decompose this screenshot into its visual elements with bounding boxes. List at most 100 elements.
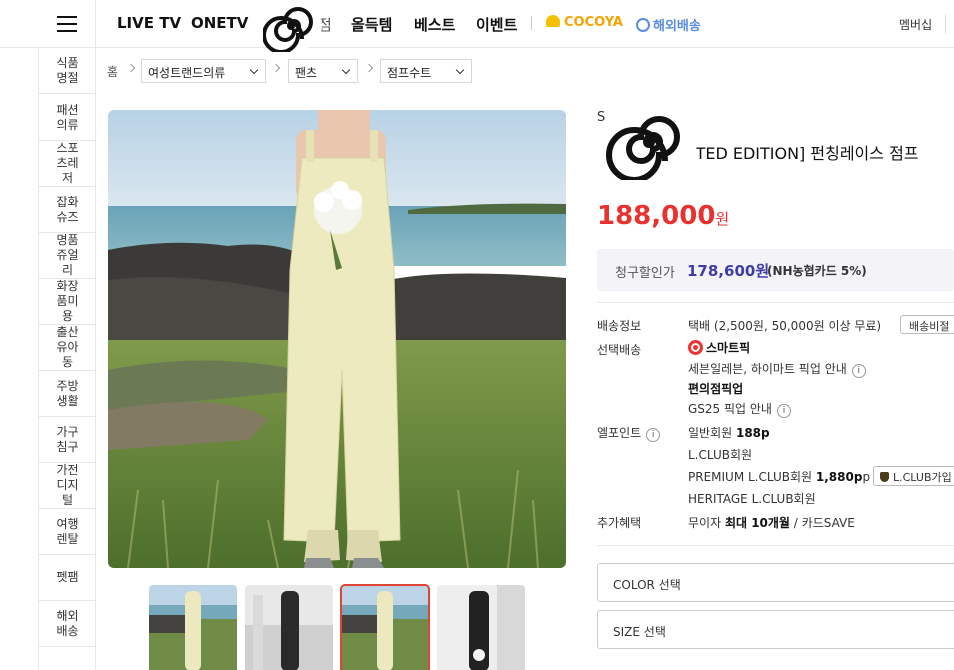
discount-label: 청구할인가	[615, 266, 675, 281]
global-shipping-link[interactable]: 해외배송	[636, 15, 701, 34]
sidebar-item-food[interactable]: 식품명절	[39, 48, 96, 94]
sidebar-item-cosmetics[interactable]: 화장품미용	[39, 279, 96, 325]
point-premium-label: PREMIUM L.CLUB회원	[688, 470, 816, 484]
sidebar-item-label: 잡화슈즈	[56, 194, 79, 224]
chevron-down-icon	[249, 65, 259, 75]
breadcrumb-select-category[interactable]: 여성트랜드의류	[141, 59, 266, 83]
product-price: 188,000원	[597, 201, 729, 231]
menu-icon[interactable]	[38, 0, 96, 48]
sidebar-item-overseas[interactable]: 해외배송	[39, 601, 96, 647]
product-main-image[interactable]	[108, 110, 566, 568]
sidebar-item-sports[interactable]: 스포츠레저	[39, 141, 96, 187]
cocoya-icon	[546, 15, 560, 27]
sidebar-item-fashion[interactable]: 패션의류	[39, 95, 96, 141]
sidebar-item-accessories[interactable]: 잡화슈즈	[39, 187, 96, 233]
sidebar-item-furniture[interactable]: 가구침구	[39, 417, 96, 463]
point-premium: PREMIUM L.CLUB회원 1,880pp	[688, 468, 870, 485]
membership-link[interactable]: 멤버십	[899, 16, 932, 33]
globe-icon	[636, 18, 650, 32]
nav-event[interactable]: 이벤트	[476, 14, 517, 35]
price-value: 188,000	[597, 201, 716, 231]
sidebar-item-label: 주방생활	[56, 378, 79, 408]
breadcrumb-select-subcategory[interactable]: 팬츠	[288, 59, 358, 83]
sidebar-item-label: 출산유아동	[56, 325, 79, 369]
info-icon[interactable]: i	[646, 428, 661, 442]
benefit-value: 무이자 최대 10개월 / 카드SAVE	[688, 514, 855, 531]
product-page: LIVE TV ONETV 점 올득템 베스트 이벤트 COCOYA 해외배송 …	[0, 0, 954, 670]
spiral-logo-icon	[260, 0, 322, 52]
point-premium-value: 1,880p	[815, 470, 863, 484]
sidebar-item-label: 식품명절	[56, 55, 79, 85]
smart-pick: 스마트픽	[688, 339, 750, 356]
gs25-label: GS25 픽업 안내	[688, 402, 772, 416]
sidebar-item-label: 화장품미용	[56, 279, 79, 323]
breadcrumb-arrow-icon	[126, 63, 136, 73]
color-select[interactable]: COLOR 선택	[597, 563, 954, 602]
benefit-pre: 무이자	[688, 516, 725, 530]
point-general-label: 일반회원	[688, 426, 736, 440]
lclub-join-button[interactable]: L.CLUB가입	[873, 466, 954, 486]
top-header: LIVE TV ONETV 점 올득템 베스트 이벤트 COCOYA 해외배송 …	[0, 0, 954, 52]
info-icon[interactable]: i	[776, 404, 791, 418]
nav-olduktem[interactable]: 올득템	[351, 14, 392, 35]
chevron-down-icon	[341, 65, 351, 75]
nav-onetv[interactable]: ONETV	[191, 14, 248, 32]
gs25-info: GS25 픽업 안내 i	[688, 400, 791, 418]
sidebar-item-travel[interactable]: 여행렌탈	[39, 509, 96, 555]
shipping-value: 택배 (2,500원, 50,000원 이상 무료)	[688, 319, 882, 333]
chevron-down-icon	[455, 65, 465, 75]
divider	[597, 545, 954, 546]
thumbnail-selected[interactable]	[340, 584, 430, 670]
sidebar-item-pet[interactable]: 펫팸	[39, 555, 96, 601]
discount-card: (NH농협카드 5%)	[767, 264, 867, 278]
header-divider	[945, 14, 946, 34]
thumbnail[interactable]	[437, 585, 525, 670]
sidebar-item-label: 가구침구	[56, 424, 79, 454]
shipping-label: 배송정보	[597, 319, 642, 333]
benefit-bold: 최대 10개월	[724, 516, 790, 530]
smart-pick-info: 세븐일레븐, 하이마트 픽업 안내 i	[688, 360, 866, 378]
sidebar-item-electronics[interactable]: 가전디지털	[39, 463, 96, 509]
brand-spiral-icon	[603, 102, 695, 182]
discount-price: 178,600원	[687, 262, 770, 280]
nav-live-tv[interactable]: LIVE TV	[117, 14, 181, 32]
product-title: LYTED EDITION] 펀칭레이스 점프	[679, 144, 919, 163]
breadcrumb-label: 팬츠	[295, 66, 318, 80]
shield-icon	[880, 472, 889, 482]
price-unit: 원	[715, 210, 730, 228]
thumbnail[interactable]	[245, 585, 333, 670]
convenience-pick: 편의점픽업	[688, 382, 744, 396]
breadcrumb-label: 점프수트	[387, 66, 432, 80]
brand-initial[interactable]: S	[597, 110, 605, 125]
nav-best[interactable]: 베스트	[414, 14, 455, 35]
point-label: 엘포인트	[597, 426, 642, 440]
cocoya-label: COCOYA	[564, 15, 623, 30]
sidebar-item-kitchen[interactable]: 주방생활	[39, 371, 96, 417]
select-shipping-label: 선택배송	[597, 343, 642, 357]
sidebar-item-baby[interactable]: 출산유아동	[39, 325, 96, 371]
point-general: 일반회원 188p	[688, 424, 770, 441]
divider	[597, 302, 954, 303]
card-discount-box: 청구할인가 178,600원 (NH농협카드 5%)	[597, 249, 954, 291]
point-lclub: L.CLUB회원	[688, 448, 753, 462]
size-select[interactable]: SIZE 선택	[597, 610, 954, 649]
smart-pick-label: 스마트픽	[706, 341, 751, 355]
point-general-value: 188p	[735, 426, 770, 440]
benefit-post: / 카드SAVE	[789, 516, 855, 530]
lclub-join-label: L.CLUB가입	[893, 471, 952, 484]
category-sidebar: 식품명절 패션의류 스포츠레저 잡화슈즈 명품쥬얼리 화장품미용 출산유아동 주…	[38, 48, 96, 670]
breadcrumb-select-item[interactable]: 점프수트	[380, 59, 472, 83]
breadcrumb-home[interactable]: 홈	[107, 63, 118, 80]
info-icon[interactable]: i	[851, 364, 866, 378]
sidebar-item-label: 패션의류	[56, 102, 79, 132]
point-label-row: 엘포인트 i	[597, 424, 661, 442]
breadcrumb-arrow-icon	[364, 63, 374, 73]
cocoya-link[interactable]: COCOYA	[546, 15, 623, 30]
sidebar-item-label: 펫팸	[56, 570, 79, 584]
thumbnail[interactable]	[149, 585, 237, 670]
sidebar-item-luxury[interactable]: 명품쥬얼리	[39, 233, 96, 279]
target-icon	[688, 340, 703, 355]
sidebar-item-label: 가전디지털	[56, 463, 79, 507]
breadcrumb-arrow-icon	[271, 63, 281, 73]
shipping-fee-button[interactable]: 배송비절	[900, 315, 954, 334]
